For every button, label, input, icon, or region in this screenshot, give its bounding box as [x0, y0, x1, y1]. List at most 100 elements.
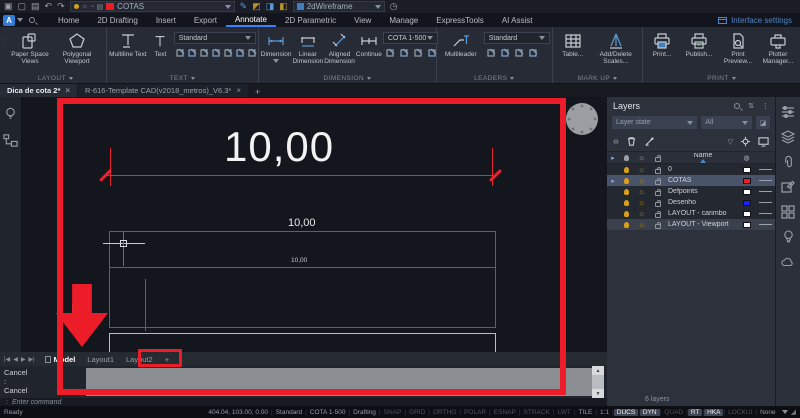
layer-freeze-icon[interactable]: ☼ — [634, 221, 649, 229]
layer-linetype[interactable] — [755, 169, 775, 170]
status-toggle-rt[interactable]: RT — [688, 409, 703, 416]
structure-panel-icon[interactable] — [3, 133, 18, 148]
attachments-paperclip-icon[interactable] — [782, 155, 795, 169]
panel-label-leaders[interactable]: LEADERS — [439, 73, 550, 83]
layer-on-icon[interactable] — [619, 189, 634, 195]
cloud-icon[interactable] — [781, 256, 795, 268]
layer-freeze-icon[interactable]: ☼ — [634, 177, 649, 185]
layer-linetype[interactable] — [755, 180, 775, 181]
multileader-button[interactable]: Multileader — [439, 29, 483, 58]
menu-tab-expresstools[interactable]: ExpressTools — [427, 13, 493, 27]
add-delete-scales-button[interactable]: Add/Delete Scales... — [592, 29, 640, 65]
sort-icon[interactable]: ⇅ — [748, 102, 754, 110]
layer-freeze-icon[interactable]: ☼ — [634, 166, 649, 174]
current-layer-dropdown[interactable]: ☼ ▫ ▤ COTAS — [70, 1, 235, 12]
status-toggle-drafting[interactable]: Drafting — [350, 409, 379, 416]
status-toggle-404-04-103-00-0-00[interactable]: 404.04, 103.00, 0.00 — [205, 409, 271, 416]
panel-label-text[interactable]: TEXT — [109, 73, 256, 83]
resize-grip-icon[interactable]: ◢ — [791, 408, 796, 416]
status-toggle-cota-1-500[interactable]: COTA 1-500 — [307, 409, 349, 416]
status-toggle-none[interactable]: None — [757, 409, 779, 416]
layer-row[interactable]: ☼Defpoints — [607, 186, 775, 197]
layer-lock-icon[interactable] — [649, 199, 666, 207]
layer-lock-icon[interactable] — [649, 221, 666, 229]
layers-table-header[interactable]: ▸ ☼ Name ◍ — [607, 151, 775, 164]
menu-tab-view[interactable]: View — [345, 13, 380, 27]
document-tab[interactable]: R-616-Template CAD(v2018_metros)_V6.3*× — [78, 84, 248, 97]
layer-row[interactable]: ▸☼COTAS — [607, 175, 775, 186]
search-icon[interactable] — [734, 103, 740, 109]
plotter-manager-button[interactable]: Plotter Manager... — [758, 29, 798, 65]
tool-icon[interactable] — [500, 47, 511, 58]
command-scrollbar[interactable]: ▲▼ — [592, 366, 604, 398]
layer-on-icon[interactable] — [619, 211, 634, 217]
menu-tab-2d-parametric[interactable]: 2D Parametric — [276, 13, 345, 27]
status-toggle-strack[interactable]: STRACK — [521, 409, 553, 416]
panel-label-dimension[interactable]: DIMENSION — [261, 73, 434, 83]
layer-states-icon[interactable]: ◩ — [252, 2, 261, 11]
tab-nav-buttons[interactable]: |◀◀ ▶▶| — [0, 356, 39, 363]
layer-on-icon[interactable] — [619, 167, 634, 173]
publish-button[interactable]: Publish... — [680, 29, 718, 58]
menu-tab-manage[interactable]: Manage — [380, 13, 427, 27]
tool-icon[interactable] — [200, 47, 209, 58]
properties-sliders-icon[interactable] — [781, 105, 795, 119]
layer-color-swatch[interactable] — [738, 211, 755, 217]
tool-icon[interactable] — [399, 47, 410, 58]
layer-filter-dropdown[interactable]: All — [701, 116, 752, 129]
document-tab[interactable]: Dica de cota 2*× — [0, 84, 77, 97]
status-toggle-hka[interactable]: HKA — [704, 409, 723, 416]
tips-bulb-icon[interactable] — [3, 105, 18, 121]
help-clock-icon[interactable]: ◷ — [390, 2, 398, 11]
layer-lock-icon[interactable] — [649, 188, 666, 196]
new-document-tab-button[interactable]: + — [249, 87, 266, 97]
dim-style-dropdown[interactable]: COTA 1-500 — [383, 32, 438, 44]
filter-funnel-icon[interactable]: ▽ — [728, 138, 733, 146]
polygonal-viewport-button[interactable]: Polygonal Viewport — [54, 29, 100, 65]
print-icon[interactable]: ▤ — [31, 2, 40, 11]
status-toggle-esnap[interactable]: ESNAP — [491, 409, 519, 416]
menu-tab-ai-assist[interactable]: AI Assist — [493, 13, 542, 27]
status-toggle-quad[interactable]: QUAD — [661, 409, 686, 416]
layer-color-swatch[interactable] — [738, 167, 755, 173]
command-prompt[interactable]: : Enter command — [0, 398, 607, 406]
status-toggle-1-1[interactable]: 1:1 — [597, 409, 612, 416]
components-grid-icon[interactable] — [781, 205, 795, 219]
layer-color-swatch[interactable] — [738, 178, 755, 184]
layer-linetype[interactable] — [755, 191, 775, 192]
layer-lock-icon[interactable] — [649, 210, 666, 218]
linear-dimension-button[interactable]: Linear Dimension — [292, 29, 323, 65]
layer-walk-icon[interactable]: ◨ — [266, 2, 275, 11]
undo-icon[interactable]: ↶ — [45, 2, 53, 11]
print-preview-button[interactable]: Print Preview... — [719, 29, 757, 65]
print-button[interactable]: Print... — [645, 29, 679, 58]
filter-toggle-icon[interactable]: ◪ — [756, 116, 770, 129]
tool-icon[interactable] — [176, 47, 185, 58]
layer-row[interactable]: ☼0 — [607, 164, 775, 175]
status-toggle-polar[interactable]: POLAR — [461, 409, 489, 416]
status-menu-chevron-icon[interactable] — [782, 410, 788, 414]
table-button[interactable]: Table... — [555, 29, 591, 58]
menu-tab-2d-drafting[interactable]: 2D Drafting — [88, 13, 146, 27]
status-toggle-dyn[interactable]: DYN — [640, 409, 660, 416]
layers-stack-icon[interactable] — [781, 130, 795, 144]
layer-freeze-icon[interactable]: ☼ — [634, 210, 649, 218]
status-toggle-snap[interactable]: SNAP — [381, 409, 405, 416]
isolate-layer-icon[interactable]: ⊖ — [613, 138, 619, 146]
layer-color-swatch[interactable] — [738, 200, 755, 206]
save-icon[interactable]: ▣ — [4, 2, 13, 11]
tool-icon[interactable] — [385, 47, 396, 58]
multiline-text-button[interactable]: Multiline Text — [109, 29, 147, 58]
menu-tab-insert[interactable]: Insert — [147, 13, 185, 27]
status-toggle-ortho[interactable]: ORTHO — [430, 409, 459, 416]
status-toggle-grid[interactable]: GRID — [406, 409, 428, 416]
layer-on-icon[interactable] — [619, 200, 634, 206]
menu-tab-home[interactable]: Home — [49, 13, 88, 27]
reports-pencil-icon[interactable] — [781, 180, 795, 194]
layer-settings-icon[interactable] — [740, 136, 751, 147]
menu-tab-export[interactable]: Export — [185, 13, 226, 27]
layer-on-icon[interactable] — [619, 222, 634, 228]
text-button[interactable]: Text — [148, 29, 173, 58]
tool-icon[interactable] — [188, 47, 197, 58]
text-style-dropdown[interactable]: Standard — [174, 32, 256, 44]
